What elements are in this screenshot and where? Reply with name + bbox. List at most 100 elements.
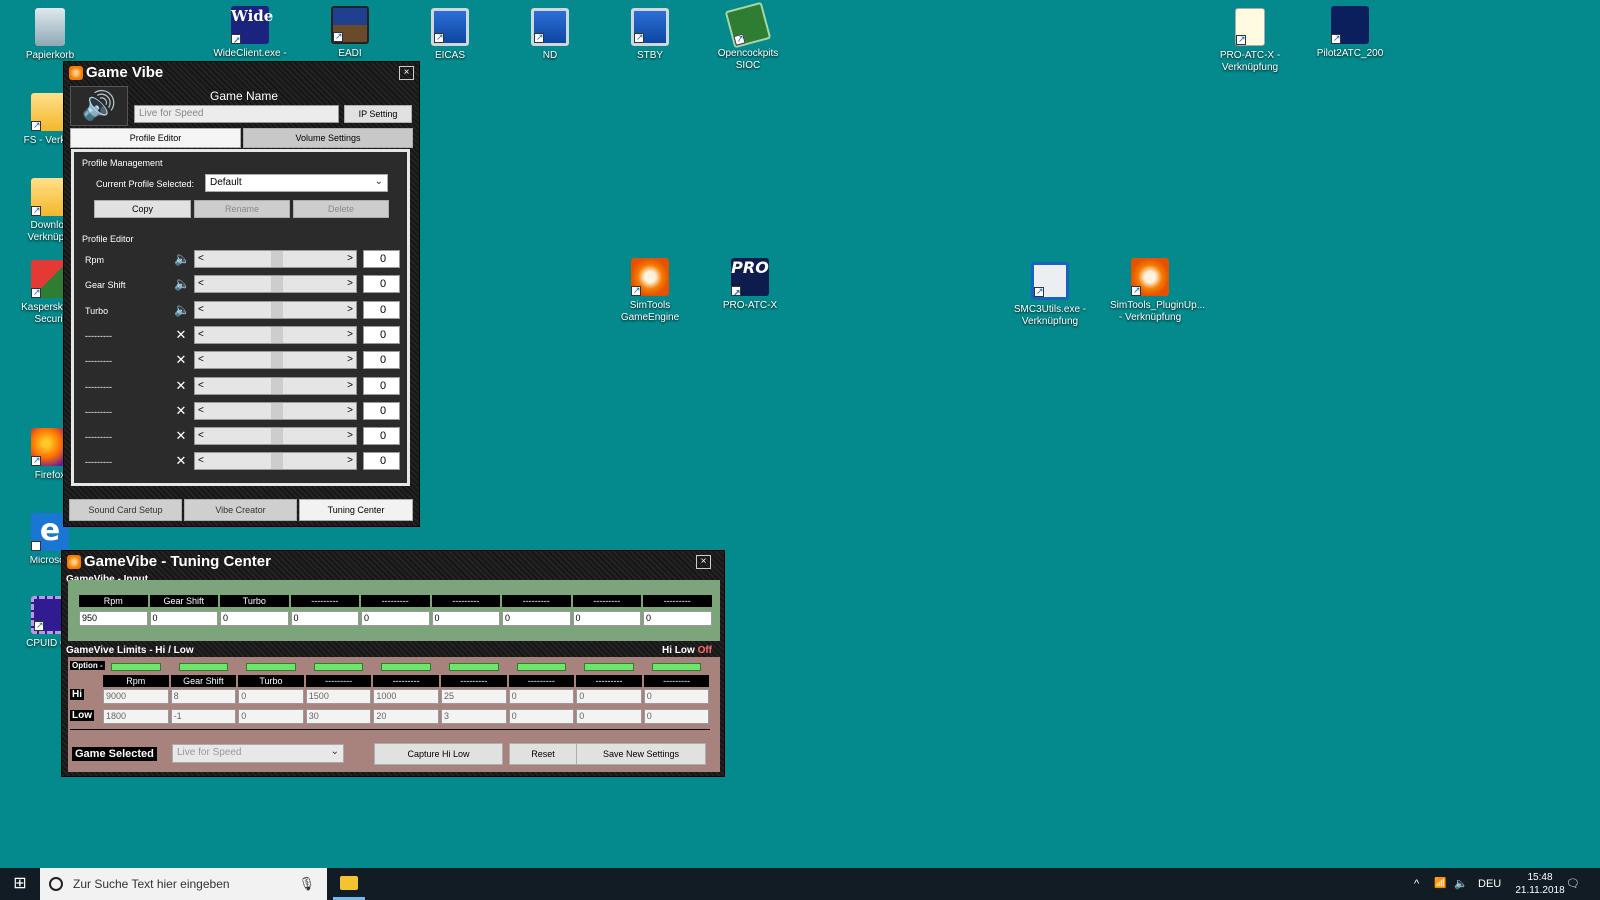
copy-button[interactable]: Copy [94,200,191,218]
network-icon[interactable]: 📶 [1434,868,1446,900]
slider-thumb[interactable] [271,326,283,343]
chevron-left-icon[interactable]: < [198,455,204,466]
chevron-left-icon[interactable]: < [198,253,204,264]
desktop-icon[interactable]: PRO PRO-ATC-X [710,258,790,312]
mute-x-icon[interactable]: ✕ [174,327,188,343]
chevron-left-icon[interactable]: < [198,430,204,441]
row-value-field[interactable]: 0 [363,351,400,370]
input-value-field[interactable]: 950 [79,611,148,626]
mute-x-icon[interactable]: ✕ [174,428,188,444]
volume-icon[interactable]: 🔈 [1454,868,1468,900]
game-selected-select[interactable]: Live for Speed ⌄ [172,744,344,763]
row-value-field[interactable]: 0 [363,376,400,395]
hi-value-field[interactable]: 1000 [373,689,439,704]
desktop-icon[interactable]: Papierkorb [10,8,90,62]
row-value-field[interactable]: 0 [363,275,400,294]
chevron-right-icon[interactable]: > [347,304,353,315]
slider-thumb[interactable] [271,428,283,445]
volume-slider[interactable]: < > [194,325,357,344]
option-toggle[interactable] [111,663,161,671]
slider-thumb[interactable] [271,251,283,267]
volume-slider[interactable]: < > [194,401,357,420]
row-value-field[interactable]: 0 [363,452,400,471]
chevron-up-icon[interactable]: ^ [1414,868,1419,900]
desktop-icon[interactable]: SimTools_PluginUp... - Verknüpfung [1110,258,1205,324]
slider-thumb[interactable] [271,402,283,419]
mute-x-icon[interactable]: ✕ [174,453,188,469]
game-name-input[interactable]: Live for Speed [134,105,339,123]
chevron-right-icon[interactable]: > [347,354,353,365]
option-toggle[interactable] [516,663,567,671]
speaker-icon[interactable]: 🔈 [174,302,190,318]
slider-thumb[interactable] [271,377,283,394]
desktop-icon[interactable]: SMC3Utils.exe - Verknüpfung [1010,262,1090,328]
chevron-right-icon[interactable]: > [347,455,353,466]
hi-value-field[interactable]: 1500 [305,689,372,704]
option-toggle[interactable] [449,663,499,671]
tab-volume-settings[interactable]: Volume Settings [243,128,413,148]
speaker-icon[interactable]: 🔈 [174,251,190,267]
hi-value-field[interactable]: 25 [441,689,507,704]
hi-value-field[interactable]: 0 [576,689,642,704]
low-value-field[interactable]: 20 [373,709,439,724]
low-value-field[interactable]: 1800 [103,709,169,724]
slider-thumb[interactable] [271,352,283,369]
profile-select[interactable]: Default ⌄ [205,174,388,192]
clock[interactable]: 15:48 21.11.2018 [1510,871,1570,900]
chevron-right-icon[interactable]: > [347,380,353,391]
low-value-field[interactable]: 0 [643,709,710,724]
desktop-icon[interactable]: Opencockpits SIOC [708,1,788,72]
low-value-field[interactable]: 3 [441,709,507,724]
ip-setting-button[interactable]: IP Setting [344,105,412,123]
chevron-left-icon[interactable]: < [198,278,204,289]
volume-slider[interactable]: < > [194,250,357,268]
row-value-field[interactable]: 0 [363,300,400,319]
volume-slider[interactable]: < > [194,452,357,471]
slider-thumb[interactable] [271,301,283,318]
gamevibe-titlebar[interactable]: Game Vibe × [64,62,419,84]
chevron-left-icon[interactable]: < [198,354,204,365]
search-input[interactable]: Zur Suche Text hier eingeben 🎙 [40,868,327,900]
input-value-field[interactable]: 0 [431,611,500,626]
volume-slider[interactable]: < > [194,351,357,370]
input-value-field[interactable]: 0 [572,611,641,626]
row-value-field[interactable]: 0 [363,250,400,268]
desktop-icon[interactable]: Pilot2ATC_200 [1310,6,1390,60]
option-toggle[interactable] [313,663,364,671]
option-toggle[interactable] [651,663,702,671]
desktop-icon[interactable]: ND [510,8,590,62]
language-indicator[interactable]: DEU [1478,868,1501,900]
volume-slider[interactable]: < > [194,275,357,294]
microphone-icon[interactable]: 🎙 [298,868,315,900]
option-toggle[interactable] [381,663,431,671]
chevron-right-icon[interactable]: > [347,278,353,289]
save-new-settings-button[interactable]: Save New Settings [576,743,706,765]
mute-x-icon[interactable]: ✕ [174,378,188,394]
chevron-right-icon[interactable]: > [347,253,353,264]
low-value-field[interactable]: 0 [238,709,304,724]
low-value-field[interactable]: 30 [305,709,372,724]
tab-profile-editor[interactable]: Profile Editor [70,128,241,148]
close-icon[interactable]: × [696,555,711,569]
windows-start-icon[interactable]: ⊞ [0,868,40,900]
desktop-icon[interactable]: STBY [610,8,690,62]
row-value-field[interactable]: 0 [363,325,400,344]
slider-thumb[interactable] [271,276,283,293]
option-toggle[interactable] [178,663,229,671]
desktop-icon[interactable]: EADI [310,6,390,60]
rename-button[interactable]: Rename [194,200,290,218]
volume-slider[interactable]: < > [194,427,357,446]
file-explorer-icon[interactable] [340,876,358,890]
mute-x-icon[interactable]: ✕ [174,403,188,419]
hi-value-field[interactable]: 8 [170,689,237,704]
vibe-creator-button[interactable]: Vibe Creator [184,499,297,521]
delete-button[interactable]: Delete [293,200,389,218]
chevron-left-icon[interactable]: < [198,329,204,340]
input-value-field[interactable]: 0 [290,611,359,626]
hi-value-field[interactable]: 0 [238,689,304,704]
notifications-icon[interactable]: 🗨 [1566,868,1580,900]
reset-button[interactable]: Reset [509,743,577,765]
option-toggle[interactable] [584,663,634,671]
desktop-icon[interactable]: SimTools GameEngine [610,258,690,324]
hi-value-field[interactable]: 9000 [103,689,169,704]
